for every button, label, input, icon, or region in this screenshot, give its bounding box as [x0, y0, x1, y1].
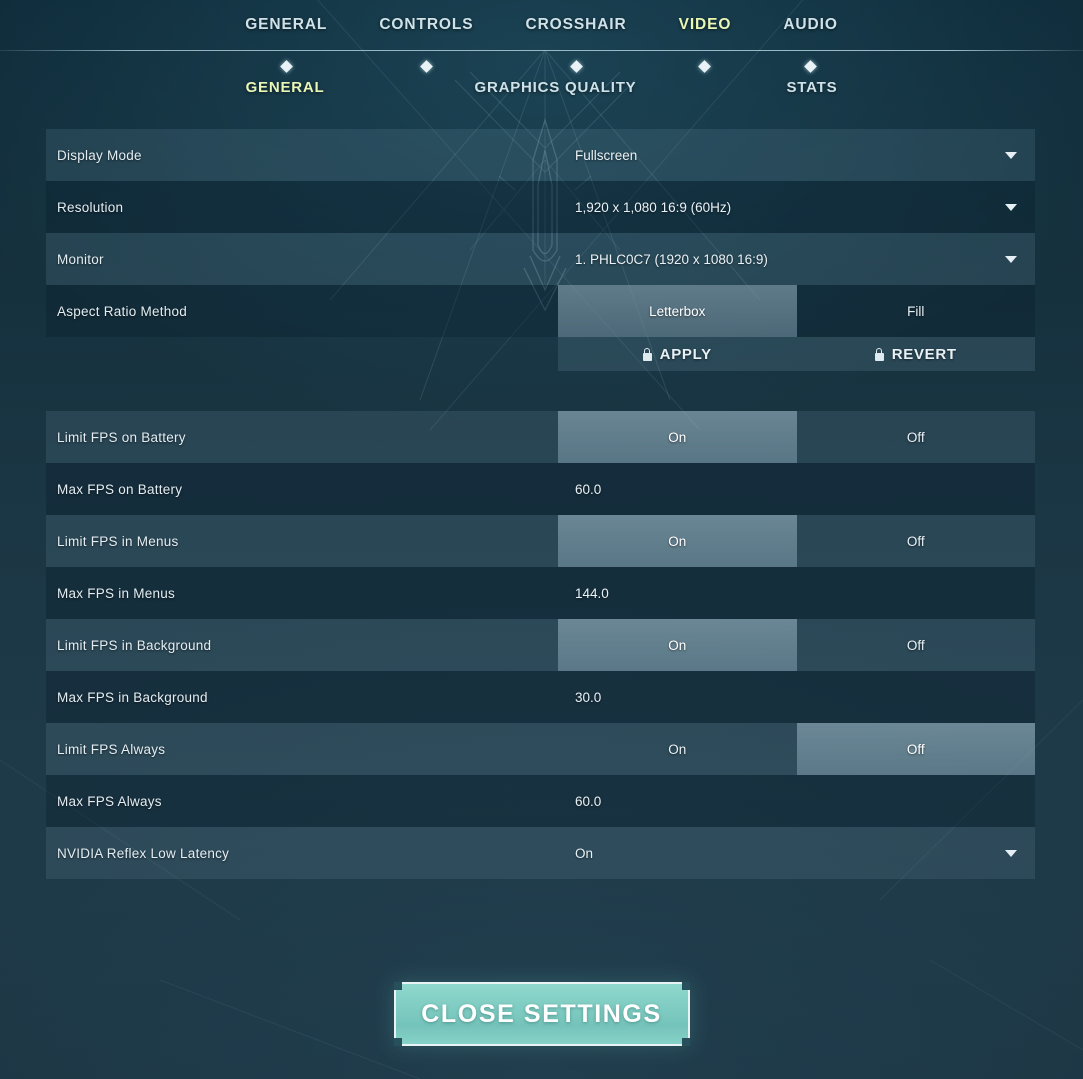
chevron-down-icon [1005, 151, 1017, 159]
tab-video[interactable]: VIDEO [653, 16, 758, 73]
sub-tab-list: GENERAL GRAPHICS QUALITY STATS [0, 51, 1083, 123]
max-fps-in-background-control: 30.0 [558, 671, 1035, 723]
subtab-general[interactable]: GENERAL [171, 79, 400, 96]
main-tabbar: GENERAL CONTROLS CROSSHAIR VIDEO AUDIO [0, 0, 1083, 73]
resolution-control: 1,920 x 1,080 16:9 (60Hz) [558, 181, 1035, 233]
limit-fps-always-control: On Off [558, 723, 1035, 775]
max-fps-always-value[interactable]: 60.0 [558, 775, 1035, 827]
setting-row-limit-fps-in-background: Limit FPS in Background On Off [46, 619, 1035, 671]
limit-fps-in-menus-option-on[interactable]: On [558, 515, 797, 567]
lock-icon [642, 347, 652, 361]
corner-notch-icon [393, 1038, 402, 1046]
setting-row-monitor: Monitor 1. PHLC0C7 (1920 x 1080 16:9) [46, 233, 1035, 285]
limit-fps-in-background-option-off[interactable]: Off [797, 619, 1036, 671]
resolution-label: Resolution [57, 199, 124, 215]
max-fps-always-control: 60.0 [558, 775, 1035, 827]
lock-icon [874, 347, 884, 361]
limit-fps-in-menus-label: Limit FPS in Menus [57, 533, 179, 549]
display-mode-dropdown[interactable]: Fullscreen [558, 129, 1035, 181]
corner-notch-icon [393, 982, 402, 990]
corner-notch-icon [681, 1038, 690, 1046]
limit-fps-on-battery-option-off[interactable]: Off [797, 411, 1036, 463]
monitor-dropdown[interactable]: 1. PHLC0C7 (1920 x 1080 16:9) [558, 233, 1035, 285]
limit-fps-in-menus-control: On Off [558, 515, 1035, 567]
display-mode-label: Display Mode [57, 147, 142, 163]
setting-row-display-mode: Display Mode Fullscreen [46, 129, 1035, 181]
limit-fps-on-battery-option-on[interactable]: On [558, 411, 797, 463]
aspect-ratio-method-label: Aspect Ratio Method [57, 303, 188, 319]
corner-notch-icon [681, 982, 690, 990]
subtab-graphics-quality[interactable]: GRAPHICS QUALITY [400, 79, 712, 96]
resolution-dropdown[interactable]: 1,920 x 1,080 16:9 (60Hz) [558, 181, 1035, 233]
nvidia-reflex-low-latency-value: On [575, 845, 594, 861]
limit-fps-on-battery-label: Limit FPS on Battery [57, 429, 186, 445]
chevron-down-icon [1005, 849, 1017, 857]
tab-audio-label: AUDIO [783, 16, 838, 33]
resolution-value: 1,920 x 1,080 16:9 (60Hz) [575, 199, 732, 215]
setting-row-max-fps-always: Max FPS Always 60.0 [46, 775, 1035, 827]
main-tab-list: GENERAL CONTROLS CROSSHAIR VIDEO AUDIO [0, 0, 1083, 73]
limit-fps-in-background-control: On Off [558, 619, 1035, 671]
max-fps-in-background-label: Max FPS in Background [57, 689, 208, 705]
apply-button-label: APPLY [659, 345, 712, 363]
nvidia-reflex-low-latency-dropdown[interactable]: On [558, 827, 1035, 879]
setting-row-max-fps-on-battery: Max FPS on Battery 60.0 [46, 463, 1035, 515]
tab-general-label: GENERAL [245, 16, 328, 33]
aspect-ratio-option-letterbox[interactable]: Letterbox [558, 285, 797, 337]
chevron-down-icon [1005, 203, 1017, 211]
monitor-control: 1. PHLC0C7 (1920 x 1080 16:9) [558, 233, 1035, 285]
tab-audio[interactable]: AUDIO [757, 16, 863, 73]
max-fps-on-battery-label: Max FPS on Battery [57, 481, 183, 497]
limit-fps-always-option-off[interactable]: Off [796, 723, 1035, 775]
limit-fps-always-label: Limit FPS Always [57, 741, 166, 757]
max-fps-in-menus-control: 144.0 [558, 567, 1035, 619]
tab-controls[interactable]: CONTROLS [353, 16, 499, 73]
revert-button-label: REVERT [891, 345, 957, 363]
limit-fps-on-battery-control: On Off [558, 411, 1035, 463]
max-fps-on-battery-value[interactable]: 60.0 [558, 463, 1035, 515]
limit-fps-always-option-on[interactable]: On [558, 723, 797, 775]
setting-row-nvidia-reflex-low-latency: NVIDIA Reflex Low Latency On [46, 827, 1035, 879]
apply-revert-bar: APPLY REVERT [558, 337, 1035, 371]
setting-row-limit-fps-always: Limit FPS Always On Off [46, 723, 1035, 775]
setting-row-limit-fps-in-menus: Limit FPS in Menus On Off [46, 515, 1035, 567]
setting-row-max-fps-in-menus: Max FPS in Menus 144.0 [46, 567, 1035, 619]
tab-crosshair[interactable]: CROSSHAIR [499, 16, 652, 73]
tab-general[interactable]: GENERAL [219, 16, 353, 73]
limit-fps-in-background-option-on[interactable]: On [558, 619, 797, 671]
tab-crosshair-label: CROSSHAIR [525, 16, 627, 33]
max-fps-in-menus-value[interactable]: 144.0 [558, 567, 1035, 619]
limit-fps-in-menus-option-off[interactable]: Off [797, 515, 1036, 567]
close-settings-button[interactable]: CLOSE SETTINGS [393, 982, 690, 1046]
display-mode-control: Fullscreen [558, 129, 1035, 181]
aspect-ratio-method-control: Letterbox Fill [558, 285, 1035, 337]
monitor-label: Monitor [57, 251, 104, 267]
max-fps-in-background-value[interactable]: 30.0 [558, 671, 1035, 723]
valorant-video-settings-screen: GENERAL CONTROLS CROSSHAIR VIDEO AUDIO G… [0, 0, 1083, 1079]
close-settings-area: CLOSE SETTINGS [0, 982, 1083, 1046]
tab-controls-label: CONTROLS [379, 16, 474, 33]
apply-button[interactable]: APPLY [558, 337, 797, 371]
setting-row-max-fps-in-background: Max FPS in Background 30.0 [46, 671, 1035, 723]
display-mode-value: Fullscreen [575, 147, 638, 163]
max-fps-in-menus-label: Max FPS in Menus [57, 585, 176, 601]
revert-button[interactable]: REVERT [797, 337, 1036, 371]
nvidia-reflex-low-latency-control: On [558, 827, 1035, 879]
setting-row-aspect-ratio-method: Aspect Ratio Method Letterbox Fill [46, 285, 1035, 337]
limit-fps-in-background-label: Limit FPS in Background [57, 637, 212, 653]
setting-row-limit-fps-on-battery: Limit FPS on Battery On Off [46, 411, 1035, 463]
setting-row-resolution: Resolution 1,920 x 1,080 16:9 (60Hz) [46, 181, 1035, 233]
monitor-value: 1. PHLC0C7 (1920 x 1080 16:9) [575, 251, 768, 267]
close-settings-label: CLOSE SETTINGS [421, 999, 662, 1028]
nvidia-reflex-low-latency-label: NVIDIA Reflex Low Latency [57, 845, 230, 861]
tab-video-label: VIDEO [678, 16, 732, 33]
subtab-stats[interactable]: STATS [711, 79, 912, 96]
settings-panel: Display Mode Fullscreen Resolution 1,920… [46, 129, 1035, 879]
chevron-down-icon [1005, 255, 1017, 263]
max-fps-on-battery-control: 60.0 [558, 463, 1035, 515]
max-fps-always-label: Max FPS Always [57, 793, 162, 809]
aspect-ratio-option-fill[interactable]: Fill [797, 285, 1036, 337]
